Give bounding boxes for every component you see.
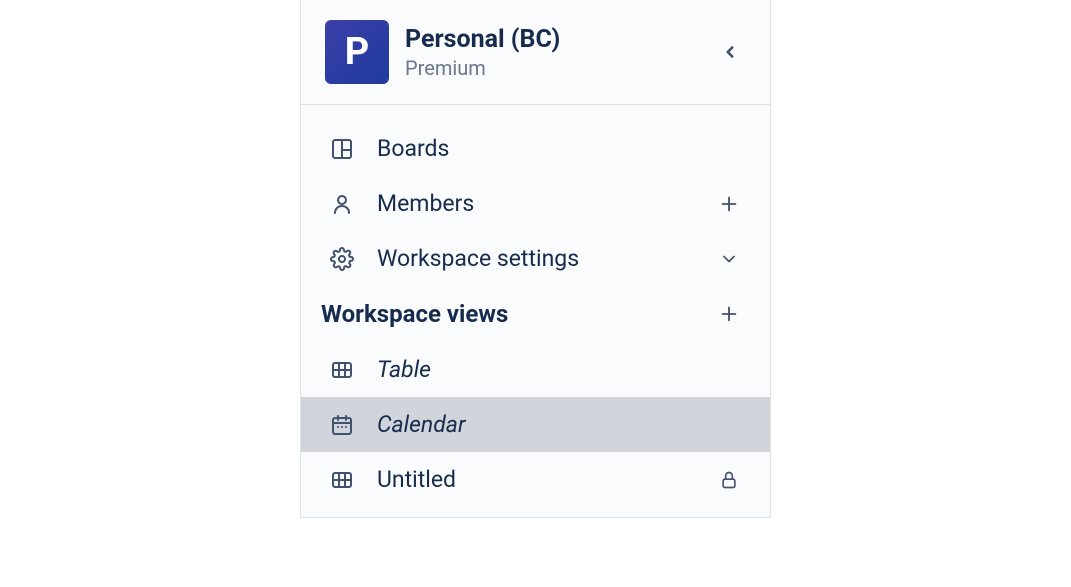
workspace-logo[interactable]: P — [325, 20, 389, 84]
nav-label-boards: Boards — [377, 135, 742, 162]
workspace-header: P Personal (BC) Premium — [301, 0, 770, 105]
nav-item-members[interactable]: Members — [301, 176, 770, 231]
view-item-untitled[interactable]: Untitled — [301, 452, 770, 507]
lock-icon — [716, 467, 742, 493]
workspace-views-title: Workspace views — [321, 300, 702, 328]
boards-icon — [329, 136, 355, 162]
table-icon — [329, 357, 355, 383]
view-label-table: Table — [377, 356, 742, 383]
nav-label-members: Members — [377, 190, 694, 217]
workspace-name: Personal (BC) — [405, 25, 698, 54]
gear-icon — [329, 246, 355, 272]
add-member-button[interactable] — [716, 191, 742, 217]
calendar-icon — [329, 412, 355, 438]
nav-section: Boards Members — [301, 105, 770, 517]
view-label-untitled: Untitled — [377, 466, 694, 493]
plus-icon — [718, 193, 740, 215]
add-view-button[interactable] — [716, 301, 742, 327]
view-item-calendar[interactable]: Calendar — [301, 397, 770, 452]
workspace-logo-letter: P — [345, 30, 370, 74]
nav-item-workspace-settings[interactable]: Workspace settings — [301, 231, 770, 286]
members-icon — [329, 191, 355, 217]
chevron-left-icon — [721, 43, 739, 61]
nav-item-boards[interactable]: Boards — [301, 121, 770, 176]
table-icon — [329, 467, 355, 493]
collapse-sidebar-button[interactable] — [714, 36, 746, 68]
view-label-calendar: Calendar — [377, 411, 742, 438]
workspace-plan: Premium — [405, 56, 698, 80]
nav-label-settings: Workspace settings — [377, 245, 694, 272]
workspace-views-header: Workspace views — [301, 286, 770, 342]
workspace-sidebar: P Personal (BC) Premium Boards — [300, 0, 771, 518]
view-item-table[interactable]: Table — [301, 342, 770, 397]
expand-settings-button[interactable] — [716, 246, 742, 272]
plus-icon — [718, 303, 740, 325]
workspace-info: Personal (BC) Premium — [405, 25, 698, 80]
chevron-down-icon — [719, 249, 739, 269]
